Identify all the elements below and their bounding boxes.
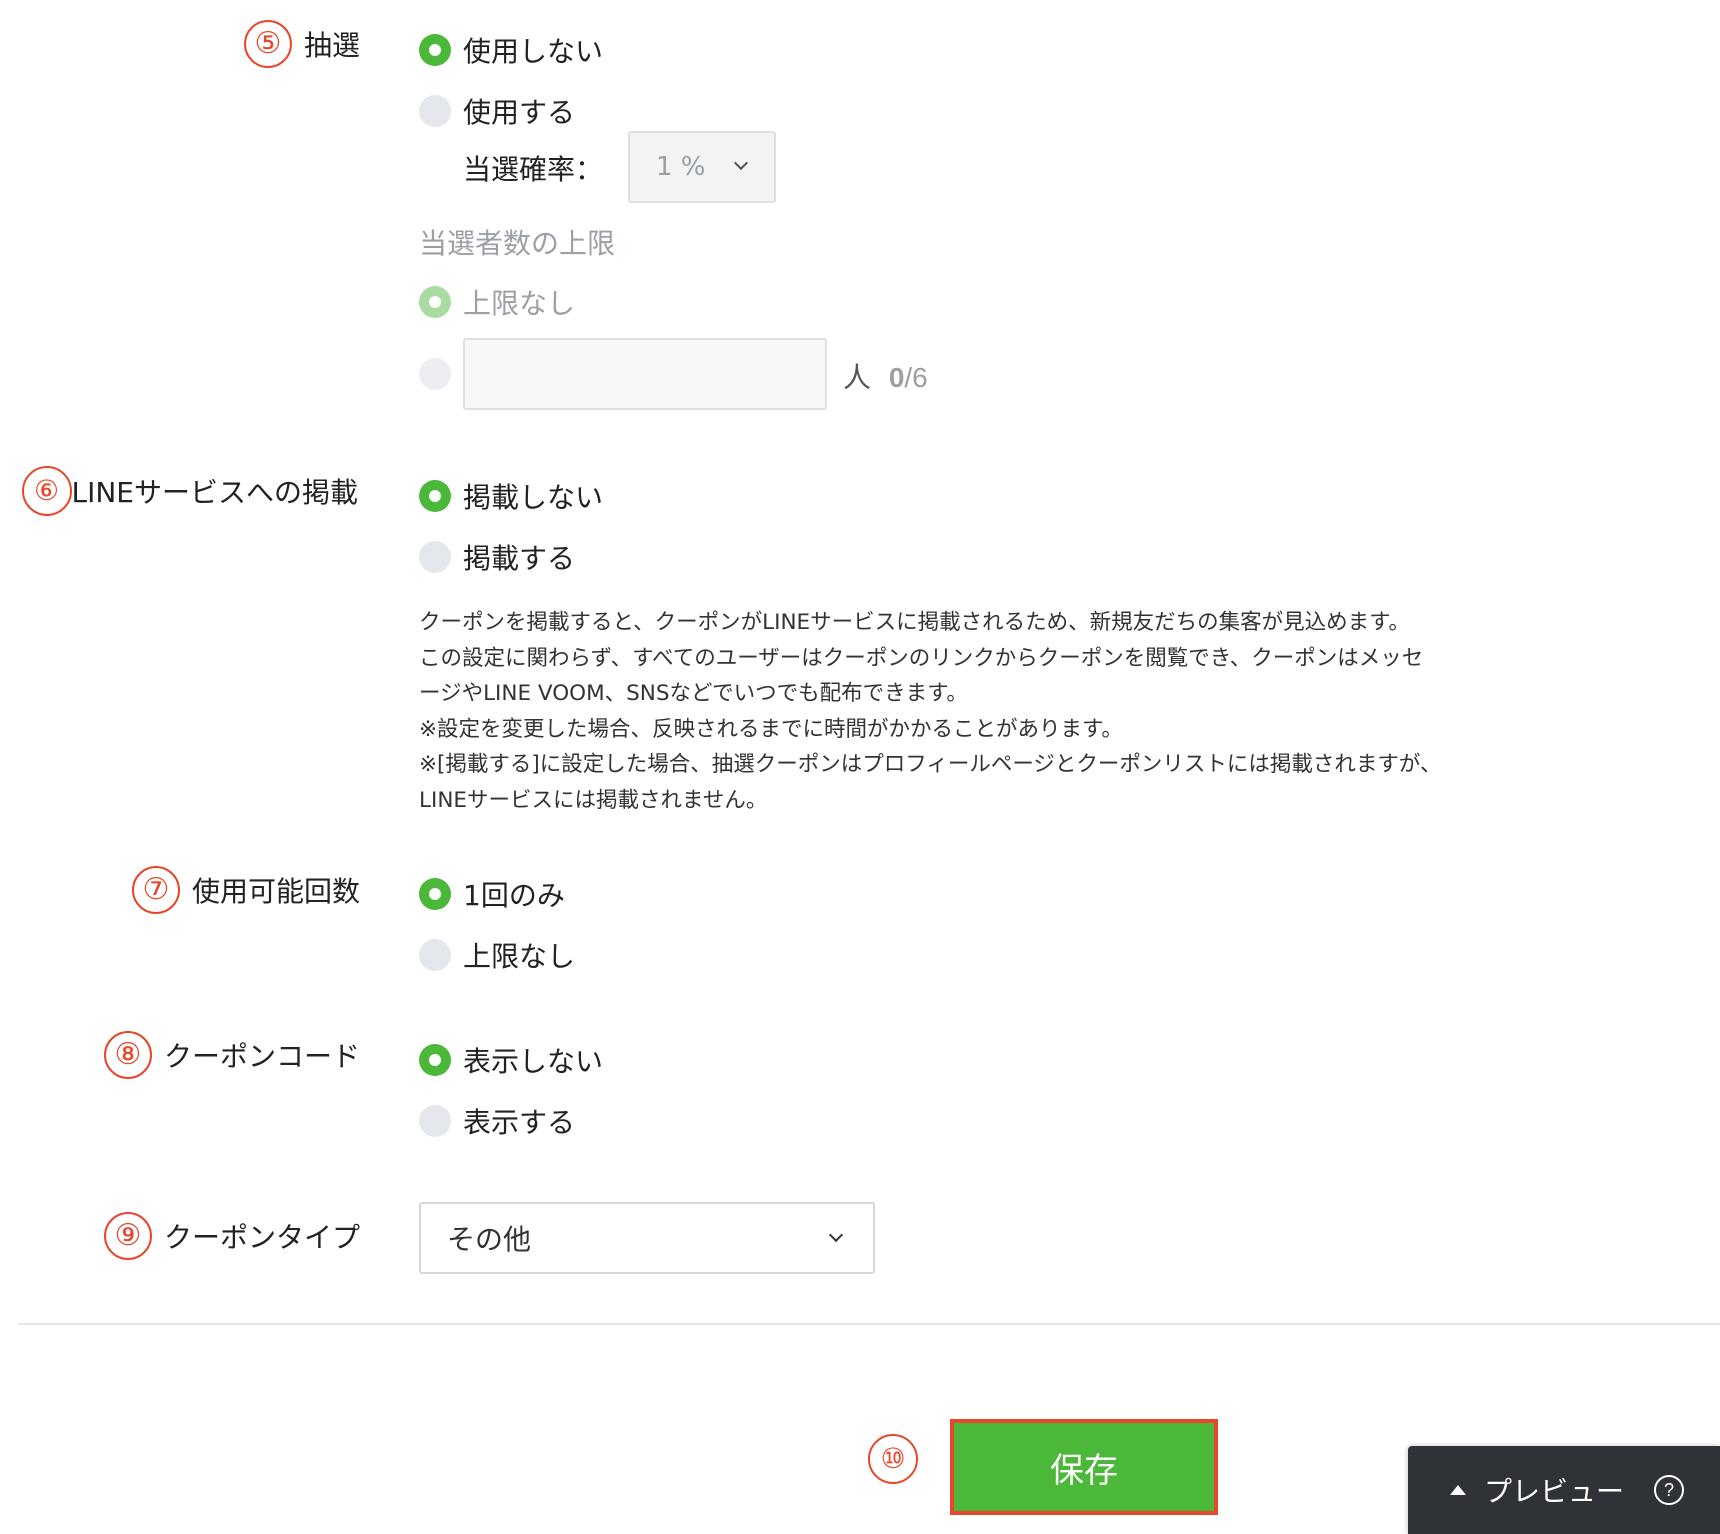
radio-unselected-icon	[419, 1105, 451, 1137]
usage-count-label-row: ⑦ 使用可能回数	[131, 866, 360, 914]
chevron-down-icon	[733, 155, 749, 171]
caret-up-icon	[1450, 1485, 1466, 1495]
annotation-badge-8: ⑧	[103, 1031, 152, 1079]
winner-limit-counter: 人 0/6	[843, 356, 928, 396]
line-service-radio-off[interactable]: 掲載しない	[419, 476, 603, 516]
radio-selected-icon	[419, 34, 451, 66]
radio-selected-icon	[419, 286, 451, 318]
chevron-down-icon	[828, 1227, 844, 1243]
winner-limit-radio-none[interactable]: 上限なし	[419, 282, 575, 322]
description-line: ※設定を変更した場合、反映されるまでに時間がかかることがあります。	[419, 716, 1123, 742]
line-service-label: LINEサービスへの掲載	[71, 476, 359, 509]
description-line: ージやLINE VOOM、SNSなどでいつでも配布できます。	[419, 681, 968, 706]
coupon-type-select[interactable]: その他	[419, 1202, 875, 1274]
preview-toggle[interactable]: プレビュー ?	[1408, 1446, 1720, 1534]
coupon-code-radio-hide[interactable]: 表示しない	[419, 1040, 603, 1080]
coupon-code-hide-label: 表示しない	[463, 1045, 604, 1078]
line-service-option-off-label: 掲載しない	[463, 481, 604, 514]
coupon-code-show-label: 表示する	[463, 1106, 576, 1139]
lottery-radio-on[interactable]: 使用する	[419, 91, 575, 131]
lottery-option-on-label: 使用する	[463, 96, 576, 129]
lottery-radio-off[interactable]: 使用しない	[419, 30, 603, 70]
probability-value: 1 %	[656, 152, 706, 182]
person-unit: 人	[843, 361, 872, 394]
lottery-label-row: ⑤ 抽選	[243, 20, 360, 68]
usage-count-label: 使用可能回数	[191, 875, 360, 908]
coupon-type-value: その他	[447, 1223, 532, 1256]
coupon-code-radio-show[interactable]: 表示する	[419, 1101, 575, 1141]
preview-label: プレビュー	[1484, 1475, 1625, 1508]
radio-unselected-icon	[419, 939, 451, 971]
count-current: 0	[888, 362, 905, 393]
description-line: この設定に関わらず、すべてのユーザーはクーポンのリンクからクーポンを閲覧でき、ク…	[419, 645, 1424, 671]
usage-count-radio-unlimited[interactable]: 上限なし	[419, 935, 575, 975]
radio-unselected-icon	[419, 358, 451, 390]
section-divider	[18, 1323, 1720, 1325]
radio-unselected-icon	[419, 541, 451, 573]
help-icon[interactable]: ?	[1654, 1475, 1685, 1505]
usage-count-unlimited-label: 上限なし	[463, 940, 576, 973]
radio-selected-icon	[419, 878, 451, 910]
usage-count-radio-once[interactable]: 1回のみ	[419, 874, 565, 914]
annotation-badge-10: ⑩	[868, 1434, 918, 1484]
line-service-option-on-label: 掲載する	[463, 542, 576, 575]
winner-limit-label: 当選者数の上限	[419, 227, 616, 260]
winner-limit-input[interactable]	[463, 338, 827, 410]
winner-limit-radio-custom[interactable]	[419, 358, 463, 390]
annotation-badge-7: ⑦	[131, 866, 180, 914]
description-line: ※[掲載する]に設定した場合、抽選クーポンはプロフィールページとクーポンリストに…	[419, 752, 1442, 777]
line-service-description: クーポンを掲載すると、クーポンがLINEサービスに掲載されるため、新規友だちの集…	[419, 605, 1539, 818]
lottery-label: 抽選	[303, 29, 360, 62]
annotation-badge-5: ⑤	[243, 20, 292, 68]
coupon-type-label: クーポンタイプ	[163, 1221, 360, 1254]
coupon-code-label: クーポンコード	[163, 1040, 360, 1073]
radio-selected-icon	[419, 1044, 451, 1076]
count-max: /6	[904, 362, 928, 393]
probability-label: 当選確率：	[463, 153, 604, 186]
annotation-badge-9: ⑨	[103, 1212, 152, 1260]
description-line: LINEサービスには掲載されません。	[419, 787, 768, 813]
line-service-radio-on[interactable]: 掲載する	[419, 537, 575, 577]
winner-limit-none-label: 上限なし	[463, 287, 576, 320]
coupon-type-label-row: ⑨ クーポンタイプ	[103, 1212, 360, 1260]
radio-unselected-icon	[419, 95, 451, 127]
probability-select[interactable]: 1 %	[628, 131, 776, 203]
coupon-code-label-row: ⑧ クーポンコード	[103, 1031, 360, 1079]
radio-selected-icon	[419, 480, 451, 512]
description-line: クーポンを掲載すると、クーポンがLINEサービスに掲載されるため、新規友だちの集…	[419, 610, 1410, 635]
usage-count-once-label: 1回のみ	[463, 879, 565, 912]
lottery-option-off-label: 使用しない	[463, 35, 604, 68]
save-button[interactable]: 保存	[950, 1419, 1218, 1515]
annotation-badge-6: ⑥	[21, 466, 72, 516]
line-service-label-row: ⑥ LINEサービスへの掲載	[21, 466, 359, 516]
